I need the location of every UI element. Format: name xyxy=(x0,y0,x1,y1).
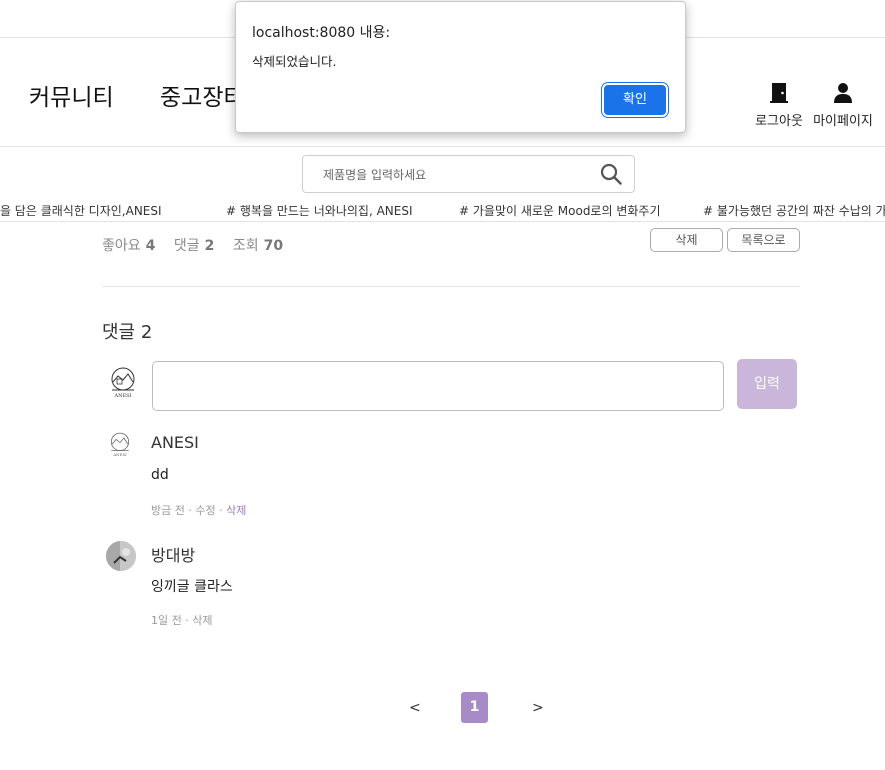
avatar xyxy=(106,541,136,571)
logout-label: 로그아웃 xyxy=(755,114,803,129)
ticker-item[interactable]: # 가을맞이 새로운 Mood로의 변화주기 xyxy=(459,202,661,219)
avatar: ANESI xyxy=(105,430,135,460)
search-input[interactable] xyxy=(321,164,585,186)
person-icon xyxy=(834,83,852,103)
search-icon[interactable] xyxy=(600,163,622,185)
anesi-logo-icon: ANESI xyxy=(111,367,135,399)
dialog-message: 삭제되었습니다. xyxy=(252,54,337,69)
post-stats: 좋아요 4 댓글 2 조회 70 xyxy=(102,235,297,255)
nav-community[interactable]: 커뮤니티 xyxy=(29,78,114,112)
comment-edit-link[interactable]: 수정 xyxy=(195,504,215,517)
comment-meta: 1일 전 · 삭제 xyxy=(151,614,213,627)
comment-time: 방금 전 xyxy=(151,504,185,517)
comments-label: 댓글 xyxy=(173,238,200,254)
comment-submit-button[interactable]: 입력 xyxy=(737,359,797,409)
ticker-item[interactable]: # 행복을 만드는 너와나의집, ANESI xyxy=(226,202,413,219)
pagination-prev[interactable]: < xyxy=(409,700,421,716)
pagination-next[interactable]: > xyxy=(532,700,544,716)
ticker-item[interactable]: # 불가능했던 공간의 짜잔 수납의 가능 xyxy=(703,202,885,219)
comment-body: 잉끼글 클라스 xyxy=(151,579,233,595)
mypage-button[interactable]: 마이페이지 xyxy=(812,82,874,129)
comment-body: dd xyxy=(151,467,169,483)
views-count: 70 xyxy=(263,238,284,254)
svg-text:ANESI: ANESI xyxy=(113,393,131,399)
logout-button[interactable]: 로그아웃 xyxy=(752,82,806,129)
views-label: 조회 xyxy=(232,238,259,254)
search-bar xyxy=(302,155,635,193)
alert-dialog: localhost:8080 내용: 삭제되었습니다. 확인 xyxy=(235,1,686,133)
comment-delete-link[interactable]: 삭제 xyxy=(226,504,246,517)
divider xyxy=(102,286,800,287)
hashtag-ticker: # 자연을 담은 클래식한 디자인,ANESI # 행복을 만드는 너와나의집,… xyxy=(0,199,885,222)
svg-text:ANESI: ANESI xyxy=(112,452,127,457)
likes-label: 좋아요 xyxy=(102,238,141,254)
comments-count: 2 xyxy=(204,238,215,254)
comment-author: 방대방 xyxy=(151,546,196,565)
comment-time: 1일 전 xyxy=(151,614,182,627)
avatar: ANESI xyxy=(104,364,142,402)
comment-section-title: 댓글 2 xyxy=(102,322,153,343)
dialog-title: localhost:8080 내용: xyxy=(252,25,391,41)
comment-author: ANESI xyxy=(151,433,199,452)
comment-input[interactable] xyxy=(152,361,724,411)
back-to-list-button[interactable]: 목록으로 xyxy=(727,228,800,252)
pagination-page[interactable]: 1 xyxy=(461,692,488,723)
anesi-logo-icon: ANESI xyxy=(110,432,130,457)
door-icon xyxy=(770,83,788,103)
comment-meta: 방금 전 · 수정 · 삭제 xyxy=(151,504,247,517)
dialog-ok-button[interactable]: 확인 xyxy=(604,85,666,115)
mypage-label: 마이페이지 xyxy=(813,114,873,129)
likes-count: 4 xyxy=(145,238,156,254)
delete-post-button[interactable]: 삭제 xyxy=(650,228,723,252)
ticker-item[interactable]: # 자연을 담은 클래식한 디자인,ANESI xyxy=(0,202,162,219)
nav-market[interactable]: 중고장터 xyxy=(160,78,245,112)
user-photo-icon xyxy=(106,541,136,571)
comment-delete-link[interactable]: 삭제 xyxy=(192,614,212,627)
